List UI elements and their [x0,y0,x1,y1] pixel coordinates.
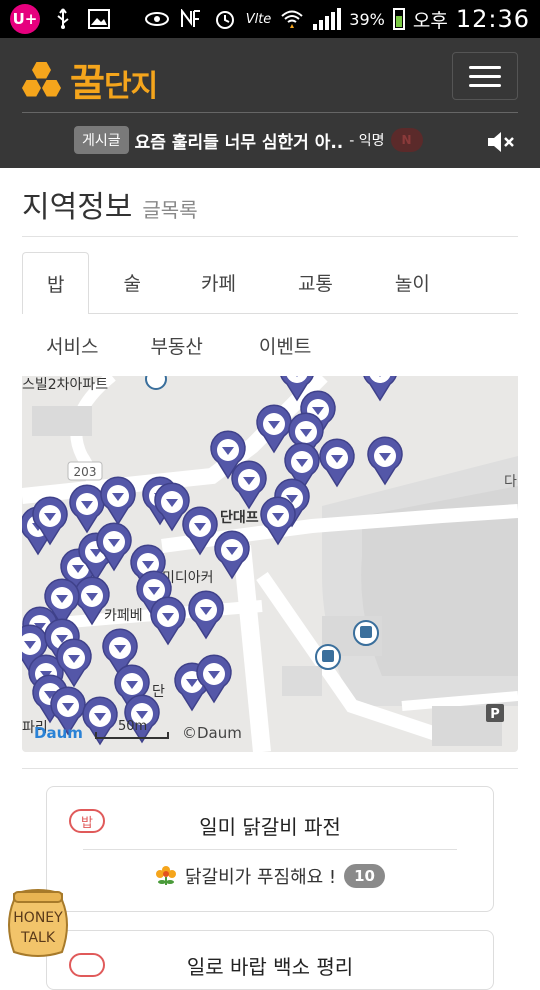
honey-talk-button[interactable]: HONEY TALK [0,884,76,960]
flower-icon [155,865,177,887]
card-divider [83,849,457,850]
header-divider [22,112,518,113]
map-copyright: ©Daum [182,724,242,742]
restaurant-card[interactable]: 밥 일미 닭갈비 파전 닭갈비가 푸짐해요 ! 10 [46,786,494,912]
news-ticker[interactable]: 게시글 요즘 훌리들 너무 심한거 아.. - 익명 N [74,126,423,154]
daum-logo-text: Daum [34,724,83,742]
logo-sub: 단지 [103,69,158,104]
parking-label: P [490,707,500,722]
menu-bar [469,83,501,87]
restaurant-name[interactable]: 일로 바랍 백소 평리 [47,951,493,980]
hamburger-menu-button[interactable] [452,52,518,100]
page-title: 지역정보 글목록 [22,182,198,226]
ticker-title[interactable]: 요즘 훌리들 너무 심한거 아.. [135,128,344,153]
bus-stop-icon[interactable] [315,644,341,670]
volte-indicator: Vlte [245,11,272,27]
new-badge: N [390,128,423,152]
honeycomb-icon [22,60,62,100]
logo-text: 꿀단지 [70,52,158,107]
menu-bar [469,65,501,69]
tab-realestate[interactable]: 부동산 [122,314,230,376]
map-canvas[interactable]: 203 스빌2차아파트 단대프 미디아커 카페베 다 단 파리 P 50m Da… [22,376,518,752]
tab-service[interactable]: 서비스 [22,314,122,376]
map-label-cafe: 카페베 [104,608,143,624]
tab-cafe[interactable]: 카페 [175,252,262,314]
tab-transport[interactable]: 교통 [262,252,369,314]
menu-bar [469,74,501,78]
tab-sul[interactable]: 술 [89,252,174,314]
image-icon [86,6,112,32]
mute-icon[interactable] [486,130,516,154]
battery-percent: 39% [349,9,385,29]
tab-row-2: 서비스 부동산 이벤트 [22,314,518,376]
alarm-icon [212,6,238,32]
category-tabs: 밥 술 카페 교통 놀이 서비스 부동산 이벤트 [22,251,518,376]
restaurant-name[interactable]: 일미 닭갈비 파전 [47,811,493,840]
status-bar: U+ Vlte 39% 오후 12:36 [0,0,540,38]
tab-bap[interactable]: 밥 [22,251,90,314]
eye-icon [144,6,170,32]
road-number-label: 203 [74,465,97,479]
nfc-icon [178,6,204,32]
ampm-label: 오후 [412,9,448,32]
map-view[interactable]: 203 스빌2차아파트 단대프 미디아커 카페베 다 단 파리 P 50m Da… [22,376,518,752]
tab-event[interactable]: 이벤트 [231,314,339,376]
usb-icon [50,6,76,32]
signal-icon [313,8,342,30]
map-label-dandae: 단대프 [220,509,259,526]
app-logo[interactable]: 꿀단지 [22,52,158,107]
ticker-author: - 익명 [349,133,385,149]
tab-play[interactable]: 놀이 [369,252,456,314]
ticker-tag: 게시글 [74,126,129,154]
honey-talk-line1: HONEY [13,910,63,926]
clock: 12:36 [455,5,530,33]
review-text: 닭갈비가 푸짐해요 ! [184,867,337,888]
bus-stop-icon[interactable] [353,620,379,646]
page-title-main: 지역정보 [22,190,133,225]
section-divider [22,768,518,769]
daum-logo: Daum [34,724,83,742]
restaurant-card[interactable]: 일로 바랍 백소 평리 [46,930,494,990]
bus-stop-icon[interactable] [145,376,167,390]
map-label-dan: 단 [152,684,165,700]
page-title-sub: 글목록 [142,198,198,222]
carrier-badge: U+ [10,4,40,34]
battery-icon [392,8,405,30]
review-row[interactable]: 닭갈비가 푸짐해요 ! 10 [47,863,493,889]
map-label-da: 다 [504,474,517,490]
map-label-apartment: 스빌2차아파트 [22,377,108,393]
scale-label: 50m [118,719,147,734]
parking-icon[interactable]: P [486,704,504,722]
review-count-badge: 10 [344,864,385,888]
honey-talk-line2: TALK [20,930,56,946]
tab-row-1: 밥 술 카페 교통 놀이 [22,251,518,314]
title-divider [22,236,518,237]
logo-main: 꿀 [70,61,105,105]
wifi-icon [279,6,305,32]
app-header: 꿀단지 게시글 요즘 훌리들 너무 심한거 아.. - 익명 N [0,38,540,168]
